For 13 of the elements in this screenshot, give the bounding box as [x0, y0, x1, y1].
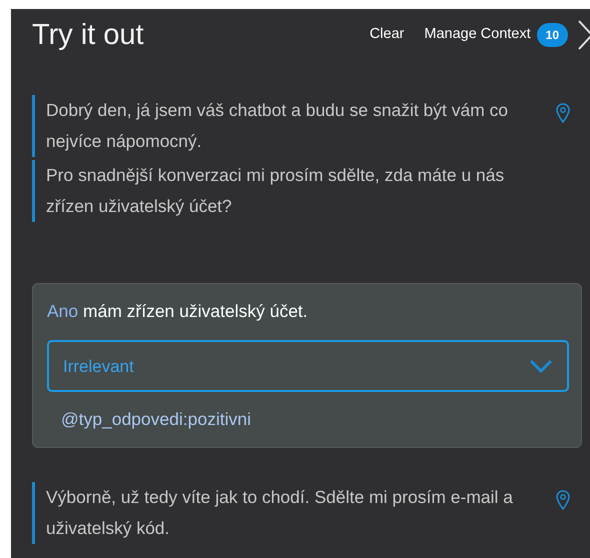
bot-message: Dobrý den, já jsem váš chatbot a budu se snažit být vám co nejvíce nápomocný.	[46, 99, 510, 153]
context-count-badge: 10	[536, 23, 568, 47]
clear-button[interactable]: Clear	[370, 24, 404, 46]
chevron-down-icon	[529, 359, 553, 374]
panel-title: Try it out	[32, 18, 144, 52]
entity-label: @typ_odpovedi:pozitivni	[60, 408, 252, 432]
bot-message: Výborně, už tedy víte jak to chodí. Sdělte mi prosím e-mail a uživatelský kód.	[46, 486, 514, 540]
user-message: Ano mám zřízen uživatelský účet.	[47, 300, 309, 323]
manage-context-button[interactable]: Manage Context	[424, 24, 531, 46]
location-pin-icon[interactable]	[556, 103, 570, 123]
bot-message: Pro snadnější konverzaci mi prosím sdělte, zda máte u nás zřízen uživatelský účet?	[46, 164, 506, 218]
close-icon[interactable]	[578, 20, 590, 50]
location-pin-icon[interactable]	[556, 490, 570, 510]
